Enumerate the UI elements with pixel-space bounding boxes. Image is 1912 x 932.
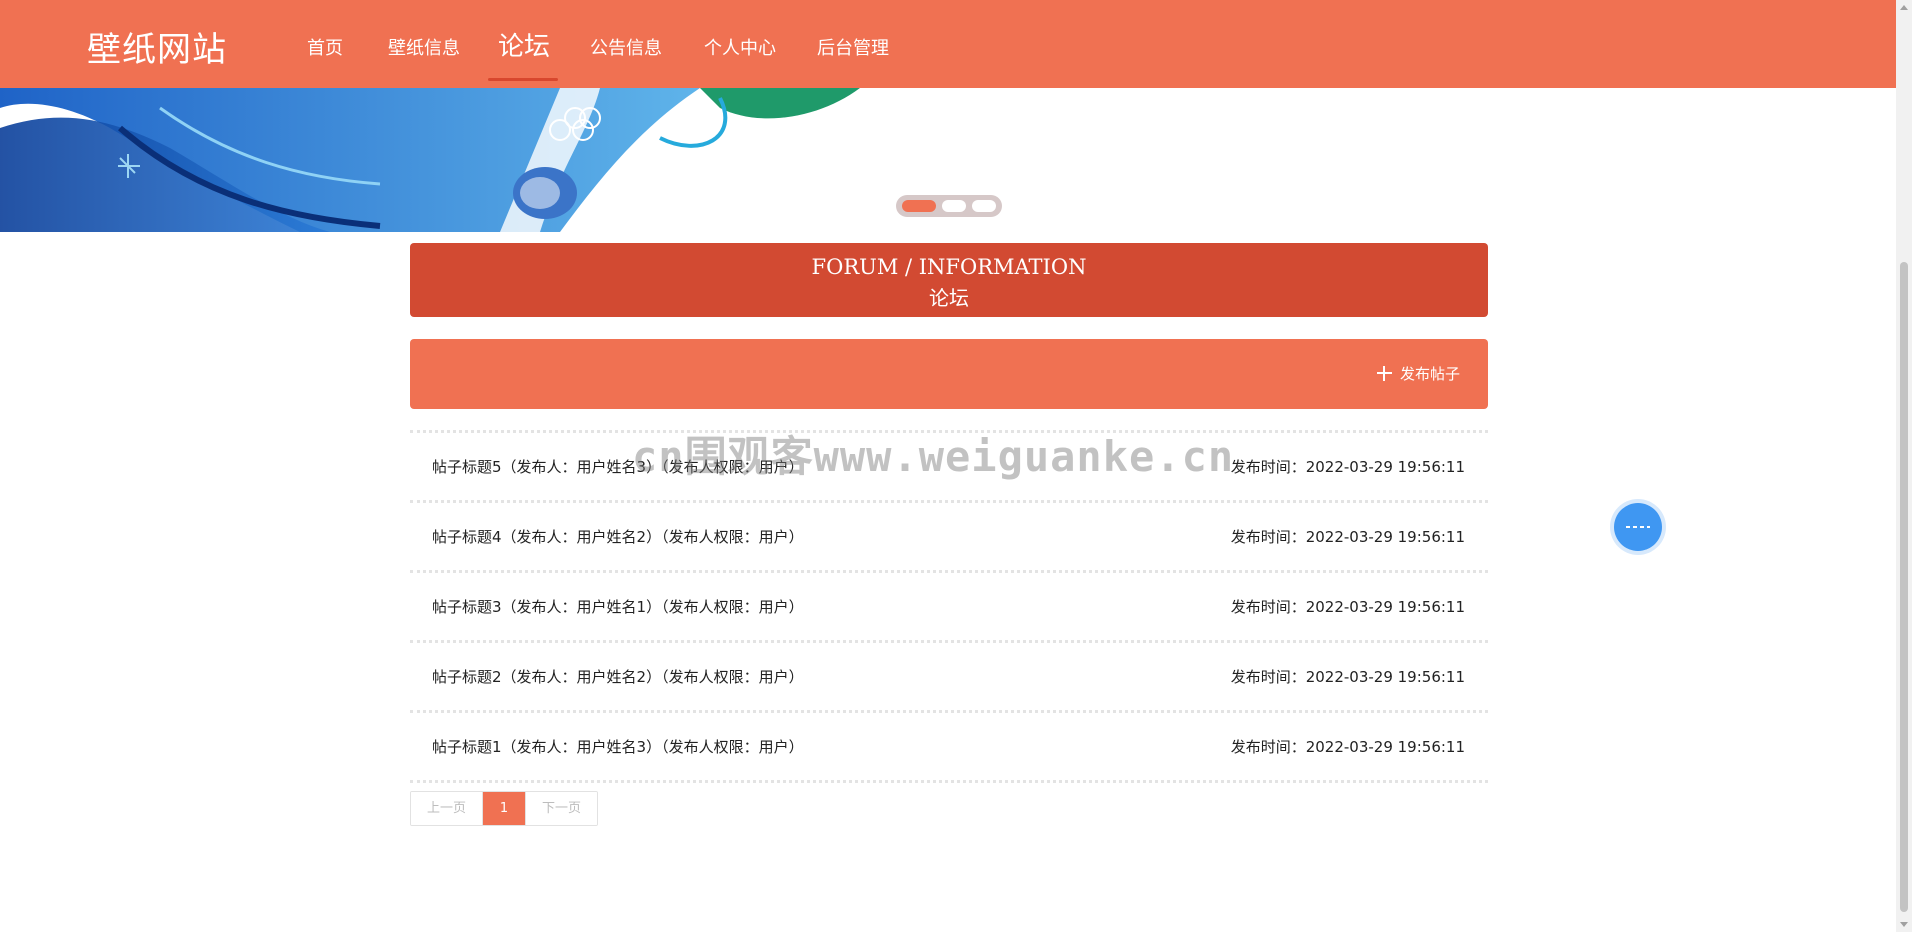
pagination: 上一页 1 下一页	[410, 791, 599, 826]
post-title[interactable]: 帖子标题1（发布人：用户姓名3）（发布人权限：用户）	[432, 736, 804, 757]
post-time: 发布时间：2022-03-29 19:56:11	[1230, 668, 1465, 686]
plus-icon	[1376, 366, 1392, 381]
post-row[interactable]: 帖子标题1（发布人：用户姓名3）（发布人权限：用户） 发布时间：2022-03-…	[410, 710, 1488, 783]
forum-title-en: FORUM / INFORMATION	[811, 255, 1087, 279]
site-brand[interactable]: 壁纸网站	[87, 22, 227, 71]
prev-page-button[interactable]: 上一页	[411, 792, 483, 825]
scrollbar-thumb[interactable]	[1900, 262, 1908, 912]
post-time: 发布时间：2022-03-29 19:56:11	[1230, 598, 1465, 616]
forum-title-cn: 论坛	[929, 286, 969, 310]
carousel-dot-1[interactable]	[902, 200, 936, 212]
nav-item-forum[interactable]: 论坛	[498, 26, 550, 63]
post-row[interactable]: 帖子标题4（发布人：用户姓名2）（发布人权限：用户） 发布时间：2022-03-…	[410, 500, 1488, 570]
nav-item-personal-center[interactable]: 个人中心	[704, 34, 776, 60]
top-nav-bar: 壁纸网站 首页 壁纸信息 论坛 公告信息 个人中心 后台管理	[0, 0, 1896, 88]
floating-menu-button[interactable]	[1614, 503, 1662, 551]
post-row[interactable]: 帖子标题2（发布人：用户姓名2）（发布人权限：用户） 发布时间：2022-03-…	[410, 640, 1488, 710]
menu-dash-icon	[1626, 526, 1650, 528]
scroll-down-icon[interactable]	[1900, 922, 1908, 927]
forum-title-block: FORUM / INFORMATION 论坛	[410, 243, 1488, 317]
carousel-indicators	[896, 195, 1002, 217]
nav-item-wallpaper-info[interactable]: 壁纸信息	[388, 34, 460, 60]
nav-item-admin[interactable]: 后台管理	[817, 34, 889, 60]
carousel-dot-2[interactable]	[942, 200, 966, 212]
next-page-button[interactable]: 下一页	[525, 792, 598, 825]
nav-item-announcements[interactable]: 公告信息	[590, 34, 662, 60]
nav-active-indicator	[488, 78, 558, 81]
post-time: 发布时间：2022-03-29 19:56:11	[1230, 738, 1465, 756]
post-time: 发布时间：2022-03-29 19:56:11	[1230, 458, 1465, 476]
post-title[interactable]: 帖子标题5（发布人：用户姓名3）（发布人权限：用户）	[432, 456, 804, 477]
publish-post-button[interactable]: 发布帖子	[1376, 363, 1460, 384]
publish-post-label: 发布帖子	[1399, 365, 1460, 383]
post-list: 帖子标题5（发布人：用户姓名3）（发布人权限：用户） 发布时间：2022-03-…	[410, 430, 1488, 783]
nav-item-home[interactable]: 首页	[307, 34, 343, 60]
post-title[interactable]: 帖子标题2（发布人：用户姓名2）（发布人权限：用户）	[432, 666, 804, 687]
carousel-dot-3[interactable]	[972, 200, 996, 212]
post-title[interactable]: 帖子标题3（发布人：用户姓名1）（发布人权限：用户）	[432, 596, 804, 617]
page-scrollbar[interactable]	[1896, 0, 1912, 932]
post-row[interactable]: 帖子标题5（发布人：用户姓名3）（发布人权限：用户） 发布时间：2022-03-…	[410, 430, 1488, 500]
post-row[interactable]: 帖子标题3（发布人：用户姓名1）（发布人权限：用户） 发布时间：2022-03-…	[410, 570, 1488, 640]
page-number-current[interactable]: 1	[482, 792, 526, 825]
post-title[interactable]: 帖子标题4（发布人：用户姓名2）（发布人权限：用户）	[432, 526, 804, 547]
scroll-up-icon[interactable]	[1900, 5, 1908, 10]
post-time: 发布时间：2022-03-29 19:56:11	[1230, 528, 1465, 546]
forum-action-bar: 发布帖子	[410, 339, 1488, 409]
